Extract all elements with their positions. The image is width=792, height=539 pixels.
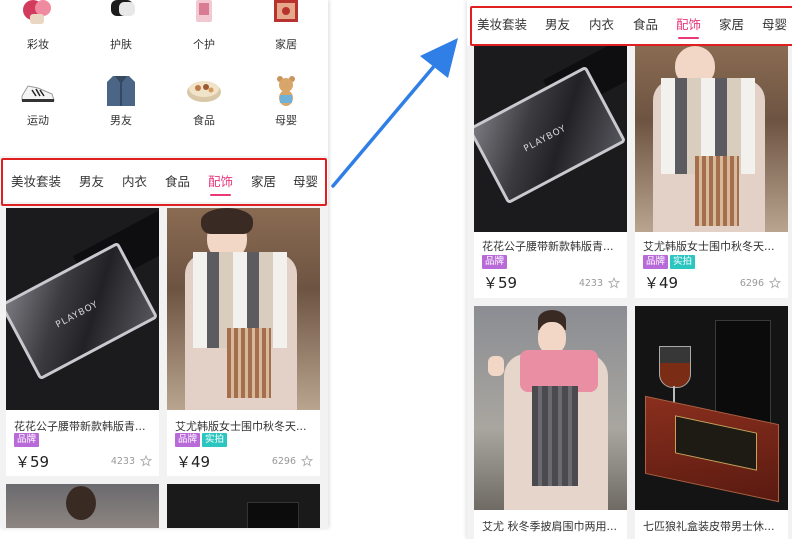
product-badges: 品牌 实拍	[175, 433, 228, 447]
favorite-star-icon[interactable]	[301, 455, 313, 467]
product-card-belt-gift-box[interactable]	[167, 484, 320, 528]
tab-mother-baby[interactable]: 母婴	[762, 14, 787, 33]
like-count: 4233	[578, 278, 603, 289]
product-badges: 品牌	[14, 433, 40, 447]
product-price: ￥49	[176, 453, 211, 471]
badge-brand: 品牌	[14, 433, 40, 447]
product-image-scarf-shawl	[6, 484, 159, 528]
product-card-scarf[interactable]: 艾尤韩版女士围巾秋冬天... 品牌 实拍 ￥49 6296	[635, 46, 788, 298]
category-personal-care[interactable]: 个护	[172, 0, 236, 52]
tab-food[interactable]: 食品	[165, 171, 190, 190]
sticky-category-tab-bar: 美妆套装 男友 内衣 食品 配饰 家居 母婴	[467, 0, 792, 46]
cookie-box-icon	[184, 76, 224, 106]
home-goods-icon	[266, 0, 306, 30]
product-image-scarf-shawl	[474, 306, 627, 510]
product-image-belt: PLAYBOY	[474, 46, 627, 232]
product-card-scarf-shawl[interactable]: 艾尤 秋冬季披肩围巾两用...	[474, 306, 627, 539]
product-card-belt-gift-box[interactable]: 七匹狼礼盒装皮带男士休...	[635, 306, 788, 539]
tab-boyfriend[interactable]: 男友	[545, 14, 570, 33]
favorite-star-icon[interactable]	[769, 277, 781, 289]
badge-real-shot: 实拍	[202, 433, 228, 447]
tab-accessories[interactable]: 配饰	[676, 14, 701, 39]
product-badges: 品牌 实拍	[643, 255, 696, 269]
tab-boyfriend[interactable]: 男友	[79, 171, 104, 190]
tab-accessories[interactable]: 配饰	[208, 171, 233, 196]
category-tab-bar: 美妆套装 男友 内衣 食品 配饰 家居 母婴	[0, 158, 328, 202]
tab-mother-baby[interactable]: 母婴	[293, 171, 318, 190]
makeup-icon	[18, 0, 58, 30]
product-image-belt: PLAYBOY	[6, 208, 159, 410]
teddy-bear-icon	[266, 76, 306, 106]
product-title: 花花公子腰带新款韩版青...	[482, 240, 614, 253]
tab-makeup-set[interactable]: 美妆套装	[477, 14, 527, 33]
product-image-belt-gift-box	[635, 306, 788, 510]
product-image-scarf	[167, 208, 320, 410]
category-sports[interactable]: 运动	[6, 76, 70, 128]
tab-makeup-set[interactable]: 美妆套装	[11, 171, 61, 190]
product-card-scarf[interactable]: 艾尤韩版女士围巾秋冬天... 品牌 实拍 ￥49 6296	[167, 208, 320, 476]
sneaker-icon	[18, 76, 58, 106]
product-price: ￥59	[483, 274, 518, 292]
category-home[interactable]: 家居	[254, 0, 318, 52]
product-title: 花花公子腰带新款韩版青...	[14, 420, 146, 433]
category-food[interactable]: 食品	[172, 76, 236, 128]
category-boyfriend[interactable]: 男友	[89, 76, 153, 128]
category-makeup[interactable]: 彩妆	[6, 0, 70, 52]
like-count: 4233	[110, 456, 135, 467]
tab-home[interactable]: 家居	[719, 14, 744, 33]
favorite-star-icon[interactable]	[608, 277, 620, 289]
favorite-star-icon[interactable]	[140, 455, 152, 467]
product-title: 七匹狼礼盒装皮带男士休...	[643, 520, 775, 533]
product-title: 艾尤 秋冬季披肩围巾两用...	[482, 520, 617, 533]
product-image-scarf	[635, 46, 788, 232]
personal-care-icon	[184, 0, 224, 30]
product-price: ￥49	[644, 274, 679, 292]
tab-underwear[interactable]: 内衣	[122, 171, 147, 190]
badge-real-shot: 实拍	[670, 255, 696, 269]
category-skincare[interactable]: 护肤	[89, 0, 153, 52]
badge-brand: 品牌	[482, 255, 508, 269]
like-count: 6296	[739, 278, 764, 289]
jacket-icon	[101, 76, 141, 106]
phone-screen-after: 美妆套装 男友 内衣 食品 配饰 家居 母婴 PLAYBOY 花花公子腰带新款韩…	[467, 0, 792, 539]
skincare-icon	[101, 0, 141, 30]
badge-brand: 品牌	[643, 255, 669, 269]
product-card-belt[interactable]: PLAYBOY 花花公子腰带新款韩版青... 品牌 ￥59 4233	[474, 46, 627, 298]
product-price: ￥59	[15, 453, 50, 471]
product-card-scarf-shawl[interactable]	[6, 484, 159, 528]
phone-screen-before: 彩妆 护肤 个护 家居 运动 男友 食品 母婴 美妆套装 男友 内衣 食品 配饰…	[0, 0, 328, 528]
tab-home[interactable]: 家居	[251, 171, 276, 190]
like-count: 6296	[271, 456, 296, 467]
product-image-belt-gift-box	[167, 484, 320, 528]
product-title: 艾尤韩版女士围巾秋冬天...	[175, 420, 307, 433]
product-card-belt[interactable]: PLAYBOY 花花公子腰带新款韩版青... 品牌 ￥59 4233	[6, 208, 159, 476]
tab-food[interactable]: 食品	[633, 14, 658, 33]
product-title: 艾尤韩版女士围巾秋冬天...	[643, 240, 775, 253]
category-grid: 彩妆 护肤 个护 家居 运动 男友 食品 母婴	[0, 0, 328, 156]
category-mother-baby[interactable]: 母婴	[254, 76, 318, 128]
tab-underwear[interactable]: 内衣	[589, 14, 614, 33]
badge-brand: 品牌	[175, 433, 201, 447]
product-badges: 品牌	[482, 255, 508, 269]
